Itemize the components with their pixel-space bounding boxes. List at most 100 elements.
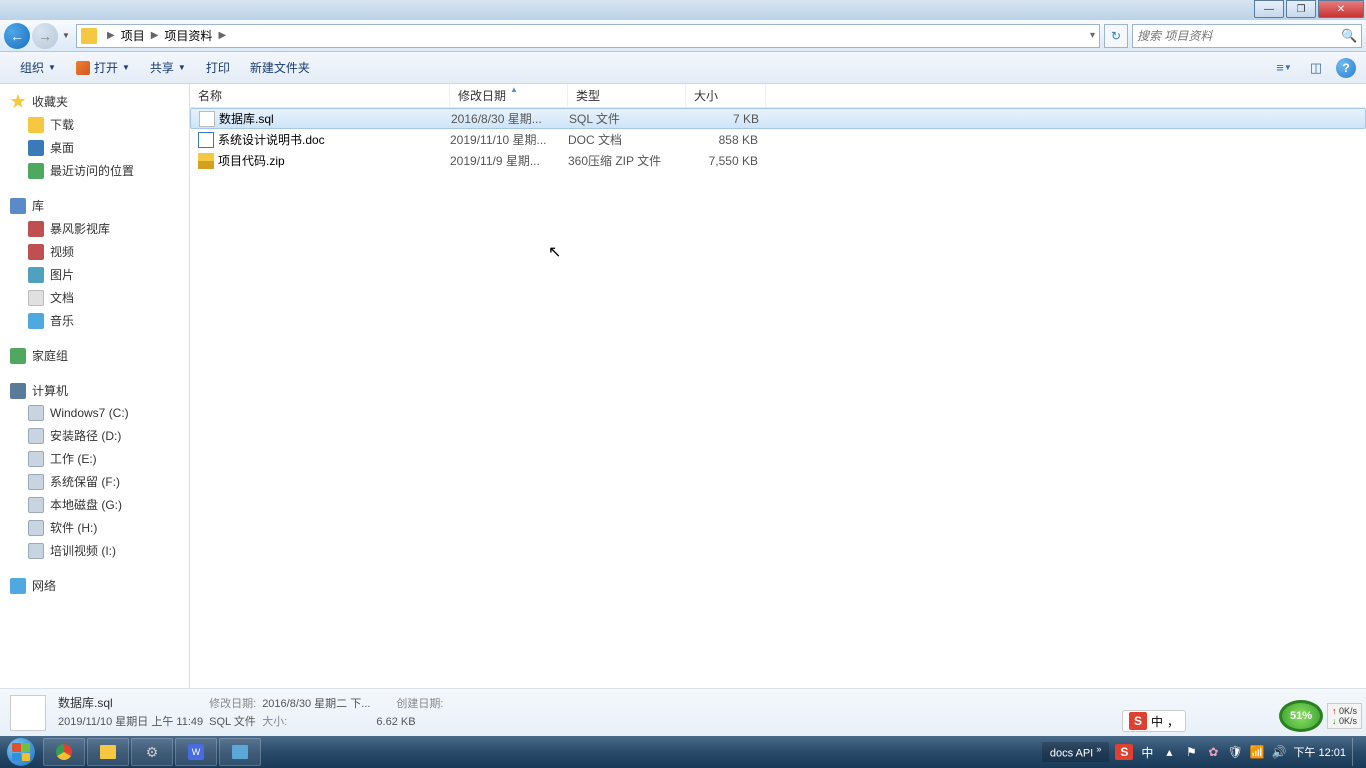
- details-moddate: 2016/8/30 星期二 下...: [262, 695, 370, 711]
- details-created-label: 创建日期:: [396, 695, 443, 711]
- column-header-size[interactable]: 大小: [686, 84, 766, 107]
- breadcrumb-item[interactable]: 项目资料: [164, 27, 212, 44]
- maximize-button[interactable]: ❐: [1286, 0, 1316, 18]
- ime-float-bar[interactable]: S 中 ，: [1122, 710, 1186, 732]
- sidebar-homegroup-header[interactable]: 家庭组: [0, 344, 189, 367]
- sidebar-item-drive-f[interactable]: 系统保留 (F:): [0, 470, 189, 493]
- battery-badge[interactable]: 51%: [1279, 700, 1323, 732]
- breadcrumb[interactable]: ▶ 项目 ▶ 项目资料 ▶ ▾: [76, 24, 1100, 48]
- picture-icon: [28, 267, 44, 283]
- tray-clock[interactable]: 下午 12:01: [1293, 744, 1346, 760]
- file-name: 系统设计说明书.doc: [218, 131, 450, 148]
- navbar: ← → ▼ ▶ 项目 ▶ 项目资料 ▶ ▾ ↻ 🔍: [0, 20, 1366, 52]
- sidebar-item-videos[interactable]: 视频: [0, 240, 189, 263]
- sidebar-item-recent[interactable]: 最近访问的位置: [0, 159, 189, 182]
- forward-arrow-icon: →: [38, 28, 52, 44]
- tray-volume-icon[interactable]: 🔊: [1271, 744, 1287, 760]
- sidebar-computer-header[interactable]: 计算机: [0, 379, 189, 402]
- sidebar-item-storm[interactable]: 暴风影视库: [0, 217, 189, 240]
- app-icon: [232, 745, 248, 759]
- folder-icon: [81, 28, 97, 44]
- chevron-down-icon[interactable]: ▾: [1090, 30, 1095, 41]
- refresh-button[interactable]: ↻: [1104, 24, 1128, 48]
- file-row[interactable]: 数据库.sql2016/8/30 星期...SQL 文件7 KB: [190, 108, 1366, 129]
- ime-punct[interactable]: ，: [1167, 713, 1179, 730]
- chevron-right-icon: ▶: [107, 30, 115, 41]
- sidebar-item-pictures[interactable]: 图片: [0, 263, 189, 286]
- file-type: 360压缩 ZIP 文件: [568, 152, 686, 169]
- details-size-label: 大小:: [262, 713, 370, 729]
- details-filetype: SQL 文件: [209, 713, 256, 729]
- tray-flower-icon[interactable]: ✿: [1205, 744, 1221, 760]
- taskbar-item-chrome[interactable]: [43, 738, 85, 766]
- sidebar-item-drive-i[interactable]: 培训视频 (I:): [0, 539, 189, 562]
- sidebar-item-drive-d[interactable]: 安装路径 (D:): [0, 424, 189, 447]
- sidebar-item-drive-c[interactable]: Windows7 (C:): [0, 402, 189, 424]
- tray-shield-icon[interactable]: 🛡: [1227, 744, 1243, 760]
- tray-chevron-up-icon[interactable]: ▴: [1161, 744, 1177, 760]
- taskbar-item-app[interactable]: [219, 738, 261, 766]
- help-button[interactable]: ?: [1336, 58, 1356, 78]
- file-date: 2019/11/9 星期...: [450, 152, 568, 169]
- file-icon: [198, 132, 214, 148]
- tray-docs-api[interactable]: docs API »: [1042, 742, 1110, 762]
- cursor-icon: ↖: [548, 242, 561, 262]
- taskbar-item-settings[interactable]: ⚙: [131, 738, 173, 766]
- new-folder-button[interactable]: 新建文件夹: [240, 52, 320, 83]
- back-button[interactable]: ←: [4, 23, 30, 49]
- chevron-right-icon: ▶: [218, 30, 226, 41]
- file-date: 2019/11/10 星期...: [450, 131, 568, 148]
- taskbar-item-wps[interactable]: W: [175, 738, 217, 766]
- view-mode-button[interactable]: ≡ ▼: [1272, 57, 1296, 79]
- sidebar-item-desktop[interactable]: 桌面: [0, 136, 189, 159]
- column-header-type[interactable]: 类型: [568, 84, 686, 107]
- minimize-button[interactable]: —: [1254, 0, 1284, 18]
- net-down: ↓ 0K/s: [1332, 716, 1357, 726]
- tray-network-icon[interactable]: 📶: [1249, 744, 1265, 760]
- file-size: 858 KB: [686, 133, 758, 147]
- ime-mode[interactable]: 中: [1151, 713, 1163, 730]
- column-header-date[interactable]: 修改日期: [450, 84, 568, 107]
- sidebar-item-downloads[interactable]: 下载: [0, 113, 189, 136]
- search-input[interactable]: [1137, 29, 1341, 43]
- file-row[interactable]: 项目代码.zip2019/11/9 星期...360压缩 ZIP 文件7,550…: [190, 150, 1366, 171]
- search-icon[interactable]: 🔍: [1341, 28, 1357, 44]
- sidebar-item-drive-g[interactable]: 本地磁盘 (G:): [0, 493, 189, 516]
- tray-ime[interactable]: 中: [1139, 744, 1155, 760]
- forward-button[interactable]: →: [32, 23, 58, 49]
- video-icon: [28, 221, 44, 237]
- network-icon: [10, 578, 26, 594]
- explorer-window: — ❐ ✕ ← → ▼ ▶ 项目 ▶ 项目资料 ▶ ▾ ↻ 🔍 组织▼ 打开▼ …: [0, 0, 1366, 736]
- file-name: 数据库.sql: [219, 110, 451, 127]
- sidebar-libraries-header[interactable]: 库: [0, 194, 189, 217]
- sidebar-item-music[interactable]: 音乐: [0, 309, 189, 332]
- file-list-area[interactable]: ▲ 名称 修改日期 类型 大小 数据库.sql2016/8/30 星期...SQ…: [190, 84, 1366, 688]
- share-menu[interactable]: 共享▼: [140, 52, 196, 83]
- taskbar-item-explorer[interactable]: [87, 738, 129, 766]
- drive-icon: [28, 451, 44, 467]
- toolbar: 组织▼ 打开▼ 共享▼ 打印 新建文件夹 ≡ ▼ ◫ ?: [0, 52, 1366, 84]
- file-row[interactable]: 系统设计说明书.doc2019/11/10 星期...DOC 文档858 KB: [190, 129, 1366, 150]
- close-button[interactable]: ✕: [1318, 0, 1364, 18]
- search-box[interactable]: 🔍: [1132, 24, 1362, 48]
- organize-menu[interactable]: 组织▼: [10, 52, 66, 83]
- sidebar-network-header[interactable]: 网络: [0, 574, 189, 597]
- nav-history-dropdown[interactable]: ▼: [60, 31, 72, 40]
- file-type: SQL 文件: [569, 110, 687, 127]
- chrome-icon: [56, 744, 72, 760]
- network-speed-badge[interactable]: ↑ 0K/s ↓ 0K/s: [1327, 703, 1362, 729]
- preview-pane-button[interactable]: ◫: [1304, 57, 1328, 79]
- breadcrumb-item[interactable]: 项目: [121, 27, 145, 44]
- start-button[interactable]: [0, 736, 42, 768]
- show-desktop-button[interactable]: [1352, 738, 1360, 766]
- drive-icon: [28, 474, 44, 490]
- tray-flag-icon[interactable]: ⚑: [1183, 744, 1199, 760]
- sidebar-item-documents[interactable]: 文档: [0, 286, 189, 309]
- open-button[interactable]: 打开▼: [66, 52, 140, 83]
- sidebar-favorites-header[interactable]: 收藏夹: [0, 90, 189, 113]
- print-button[interactable]: 打印: [196, 52, 240, 83]
- tray-sogou-icon[interactable]: S: [1115, 744, 1133, 760]
- sidebar-item-drive-h[interactable]: 软件 (H:): [0, 516, 189, 539]
- column-header-name[interactable]: 名称: [190, 84, 450, 107]
- sidebar-item-drive-e[interactable]: 工作 (E:): [0, 447, 189, 470]
